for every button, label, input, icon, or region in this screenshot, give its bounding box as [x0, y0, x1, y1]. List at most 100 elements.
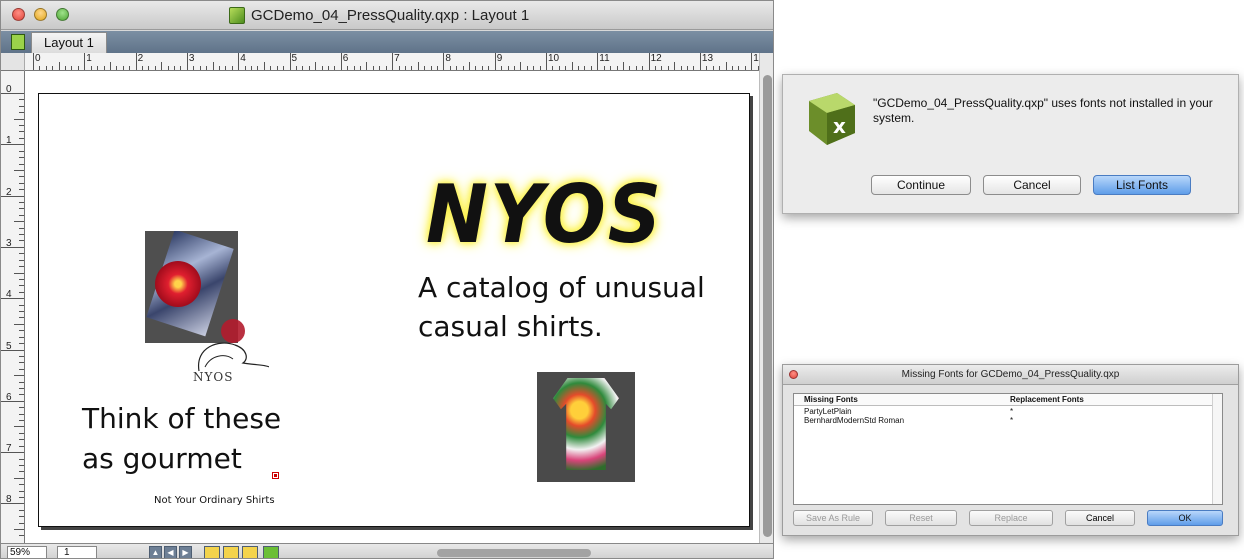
shirt-image[interactable]: [537, 372, 635, 482]
table-scrollbar[interactable]: [1212, 394, 1222, 504]
ruler-tick: [1, 144, 24, 146]
ruler-tick: [19, 208, 24, 210]
ok-button[interactable]: OK: [1147, 510, 1223, 526]
ruler-tick: [565, 66, 567, 70]
cancel-dialog-button[interactable]: Cancel: [1065, 510, 1135, 526]
ruler-tick: [19, 509, 24, 511]
ruler-tick: [148, 66, 150, 70]
next-page-button[interactable]: ▶: [179, 546, 192, 558]
subtitle-text[interactable]: Not Your Ordinary Shirts: [154, 495, 275, 506]
layout-view-icon[interactable]: [204, 546, 220, 558]
ruler-tick: [19, 522, 24, 524]
vertical-scroll-thumb[interactable]: [763, 75, 772, 537]
layout-page[interactable]: NYOS NYOS A catalog of unusual casual sh…: [38, 93, 750, 527]
ruler-tick: [347, 66, 349, 70]
tagline-line-1: A catalog of unusual: [418, 271, 705, 304]
ruler-tick: [33, 53, 34, 70]
page-up-button[interactable]: ▲: [149, 546, 162, 558]
ruler-tick: [257, 66, 259, 70]
nyos-headline[interactable]: NYOS: [426, 169, 663, 262]
ruler-tick: [90, 66, 92, 70]
tagline-text-box[interactable]: A catalog of unusual casual shirts.: [418, 268, 705, 346]
ruler-tick: [411, 66, 413, 70]
ruler-tick: [19, 182, 24, 184]
ruler-number: 12: [650, 53, 662, 64]
zoom-window-button[interactable]: [56, 8, 69, 21]
replace-button[interactable]: Replace: [969, 510, 1053, 526]
continue-button[interactable]: Continue: [871, 175, 971, 195]
previous-page-button[interactable]: ◀: [164, 546, 177, 558]
layout-icon[interactable]: [11, 34, 25, 50]
pasteboard[interactable]: NYOS NYOS A catalog of unusual casual sh…: [25, 71, 759, 543]
ruler-tick: [19, 471, 24, 473]
ruler-tick: [199, 66, 201, 70]
ruler-tick: [283, 66, 285, 70]
ruler-tick: [19, 112, 24, 114]
ruler-tick: [661, 66, 663, 70]
ruler-tick: [19, 464, 24, 466]
think-text-box[interactable]: Think of these as gourmet: [82, 399, 281, 479]
list-fonts-button[interactable]: List Fonts: [1093, 175, 1191, 195]
ruler-tick: [218, 66, 220, 70]
ruler-tick: [161, 62, 163, 70]
ruler-tick: [655, 66, 656, 70]
horizontal-scroll-thumb[interactable]: [437, 549, 591, 557]
ruler-number: 3: [6, 237, 12, 249]
ruler-tick: [19, 163, 24, 165]
ruler-tick: [629, 66, 631, 70]
export-arrow-icon[interactable]: [263, 546, 279, 558]
ruler-tick: [19, 202, 24, 203]
ruler-origin[interactable]: [1, 53, 25, 71]
save-as-rule-button[interactable]: Save As Rule: [793, 510, 873, 526]
column-replacement-fonts[interactable]: Replacement Fonts: [1010, 394, 1084, 406]
ruler-tick: [725, 62, 727, 70]
ruler-number: 4: [6, 289, 12, 301]
window-title: GCDemo_04_PressQuality.qxp : Layout 1: [251, 7, 530, 24]
ruler-tick: [19, 266, 24, 268]
dialog-titlebar[interactable]: Missing Fonts for GCDemo_04_PressQuality…: [783, 365, 1238, 385]
table-row[interactable]: PartyLetPlain *: [794, 407, 1222, 416]
ruler-tick: [19, 387, 24, 389]
ruler-tick: [353, 66, 355, 70]
ruler-tick: [603, 66, 605, 70]
vertical-scrollbar[interactable]: [759, 53, 773, 543]
ruler-tick: [533, 66, 535, 70]
vertical-ruler[interactable]: 0 1 2 3 4 5 6 7 8: [1, 71, 25, 543]
horizontal-ruler[interactable]: 01234567891011121314: [25, 53, 759, 71]
cancel-button[interactable]: Cancel: [983, 175, 1081, 195]
text-overflow-indicator[interactable]: [272, 472, 279, 479]
close-window-button[interactable]: [12, 8, 25, 21]
ruler-tick: [327, 66, 329, 70]
ruler-tick: [39, 66, 41, 70]
missing-fonts-table[interactable]: Missing Fonts Replacement Fonts PartyLet…: [793, 393, 1223, 505]
table-row[interactable]: BernhardModernStd Roman *: [794, 416, 1222, 425]
document-icon: [229, 7, 245, 24]
column-missing-fonts[interactable]: Missing Fonts: [804, 394, 858, 406]
ruler-number: 7: [394, 53, 400, 64]
ruler-tick: [392, 53, 394, 70]
tab-layout-1[interactable]: Layout 1: [31, 32, 107, 53]
minimize-window-button[interactable]: [34, 8, 47, 21]
ruler-tick: [135, 53, 137, 70]
ruler-tick: [340, 53, 342, 70]
ruler-tick: [263, 62, 265, 70]
ruler-tick: [751, 53, 753, 70]
ruler-tick: [315, 62, 317, 70]
ruler-tick: [14, 375, 24, 377]
split-horizontal-icon[interactable]: [223, 546, 239, 558]
ruler-tick: [19, 311, 24, 313]
zoom-field[interactable]: 59%: [7, 546, 47, 558]
ruler-tick: [693, 66, 695, 70]
ruler-tick: [687, 66, 689, 70]
ruler-tick: [436, 66, 438, 70]
ruler-tick: [289, 53, 291, 70]
ruler-tick: [19, 490, 24, 492]
ruler-tick: [14, 169, 24, 171]
page-number-field[interactable]: 1: [57, 546, 97, 558]
window-titlebar[interactable]: GCDemo_04_PressQuality.qxp : Layout 1: [1, 1, 773, 30]
ruler-tick: [475, 66, 477, 70]
ruler-tick: [578, 66, 580, 70]
split-vertical-icon[interactable]: [242, 546, 258, 558]
ruler-tick: [642, 66, 644, 70]
reset-button[interactable]: Reset: [885, 510, 957, 526]
